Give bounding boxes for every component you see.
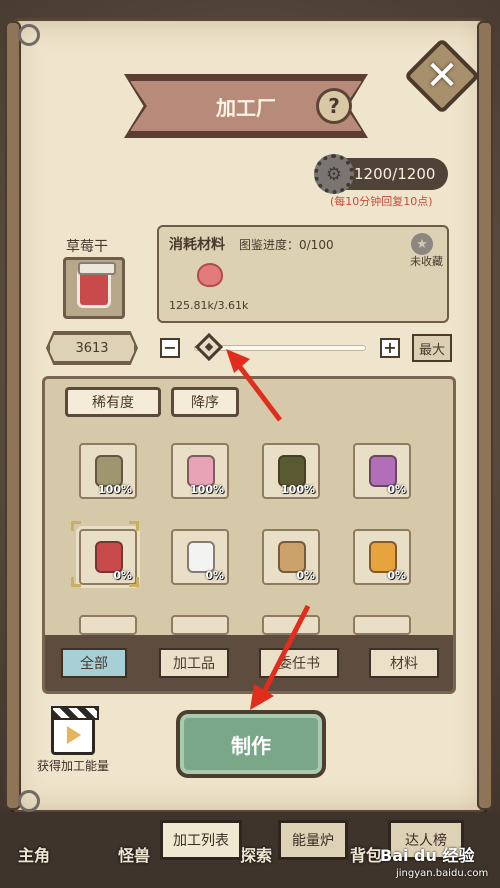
collection-percent: 100%: [281, 483, 315, 496]
collection-percent: 0%: [205, 569, 224, 582]
nav-protagonist[interactable]: 主角: [18, 842, 50, 866]
energy-value: 1200/1200: [354, 165, 436, 183]
inventory-slot[interactable]: [79, 615, 137, 635]
filter-bar: 全部 加工品 委任书 材料: [45, 635, 453, 691]
nav-bag[interactable]: 背包: [350, 842, 382, 866]
help-button[interactable]: ?: [316, 88, 352, 124]
collection-percent: 0%: [387, 569, 406, 582]
materials-title: 消耗材料: [169, 237, 225, 253]
get-energy-label: 获得加工能量: [36, 759, 109, 773]
materials-panel: 消耗材料 图鉴进度：0/100 ★ 未收藏 125.81k/3.61k: [157, 225, 449, 323]
collection-percent: 0%: [296, 569, 315, 582]
inventory-slot[interactable]: 0%: [353, 529, 411, 585]
star-icon: ★: [411, 233, 433, 255]
get-energy-button[interactable]: 获得加工能量: [30, 706, 116, 774]
filter-commission-tab[interactable]: 委任书: [259, 648, 339, 678]
nav-explore[interactable]: 探索: [240, 842, 272, 866]
quantity-field[interactable]: 3613: [48, 333, 136, 363]
inventory-slot[interactable]: 100%: [79, 443, 137, 499]
product-slot[interactable]: [63, 257, 125, 319]
decrease-button[interactable]: −: [160, 338, 180, 358]
sort-rarity-button[interactable]: 稀有度: [65, 387, 161, 417]
increase-button[interactable]: +: [380, 338, 400, 358]
selection-bracket: [129, 577, 139, 587]
tab-energy-furnace[interactable]: 能量炉: [278, 820, 348, 860]
material-amount: 125.81k/3.61k: [169, 299, 249, 312]
inventory-slot[interactable]: 100%: [171, 443, 229, 499]
selection-bracket: [129, 521, 139, 531]
close-button[interactable]: ✕: [403, 37, 481, 115]
gear-icon: ⚙: [314, 154, 354, 194]
strawberry-icon: [197, 263, 223, 287]
binder-ring: [18, 790, 40, 812]
inventory-slot[interactable]: 100%: [262, 443, 320, 499]
watermark-url: jingyan.baidu.com: [396, 868, 489, 879]
sort-order-button[interactable]: 降序: [171, 387, 239, 417]
inventory-slot[interactable]: 0%: [353, 443, 411, 499]
make-button[interactable]: 制作: [176, 710, 326, 778]
strawberry-jar-icon: [77, 262, 116, 308]
filter-processed-tab[interactable]: 加工品: [159, 648, 229, 678]
tab-process-list[interactable]: 加工列表: [160, 820, 242, 860]
filter-all-tab[interactable]: 全部: [61, 648, 127, 678]
inventory-slot[interactable]: 0%: [262, 529, 320, 585]
energy-regen-note: (每10分钟回复10点): [330, 195, 433, 208]
collection-percent: 100%: [190, 483, 224, 496]
inventory-slot[interactable]: 0%: [171, 529, 229, 585]
energy-counter: ⚙ 1200/1200: [314, 154, 448, 194]
nav-monsters[interactable]: 怪兽: [118, 842, 150, 866]
inventory-slot[interactable]: [262, 615, 320, 635]
collection-progress: 图鉴进度：0/100: [239, 238, 334, 252]
max-button[interactable]: 最大: [412, 334, 452, 362]
collection-percent: 100%: [98, 483, 132, 496]
selection-bracket: [71, 577, 81, 587]
product-name: 草莓干: [66, 239, 108, 255]
binder-ring: [18, 24, 40, 46]
inventory-slot[interactable]: [171, 615, 229, 635]
watermark-brand: Bai du 经验: [380, 846, 475, 865]
inventory-slot[interactable]: [353, 615, 411, 635]
close-icon: ✕: [425, 53, 459, 99]
uncollected-label: 未收藏: [410, 255, 443, 268]
inventory-panel: 稀有度 降序 100% 100% 100% 0% 0% 0% 0% 0% 全部 加工品 委任书…: [42, 376, 456, 694]
selection-bracket: [71, 521, 81, 531]
collection-percent: 0%: [387, 483, 406, 496]
filter-materials-tab[interactable]: 材料: [369, 648, 439, 678]
clapperboard-icon: [51, 706, 99, 755]
